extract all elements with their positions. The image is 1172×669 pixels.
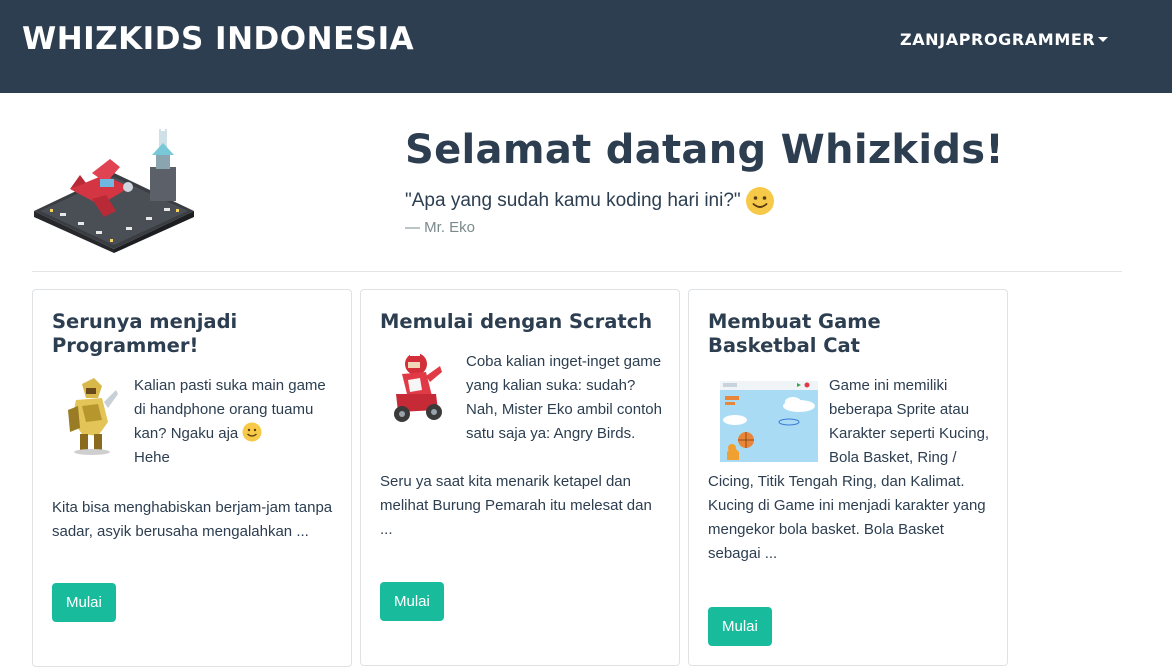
card-text-line: Kalian pasti suka main game di handphone…: [134, 377, 326, 442]
card-text: Game ini memiliki beberapa Sprite atau K…: [708, 374, 993, 566]
card-title: Serunya menjadi Programmer!: [52, 310, 238, 357]
card-text: Kalian pasti suka main game di handphone…: [52, 374, 337, 544]
pixel-red-rider-icon: [394, 352, 442, 422]
mulai-button[interactable]: Mulai: [708, 607, 772, 646]
card-excerpt: Kita bisa menghabiskan berjam-jam tanpa …: [52, 499, 333, 540]
mulai-button[interactable]: Mulai: [52, 583, 116, 622]
mulai-button[interactable]: Mulai: [380, 582, 444, 621]
card-title: Membuat Game Basketbal Cat: [708, 310, 881, 357]
user-menu-label: ZANJAPROGRAMMER: [900, 30, 1096, 49]
article-card: Membuat Game Basketbal Cat Game ini memi…: [688, 289, 1008, 666]
pixel-airport-icon: [34, 125, 194, 253]
page-title: Selamat datang Whizkids!: [405, 127, 1004, 173]
caret-down-icon: [1098, 37, 1109, 42]
article-card: Serunya menjadi Programmer! Kalian pasti…: [32, 289, 352, 667]
card-title: Memulai dengan Scratch: [380, 310, 653, 333]
quote-author: — Mr. Eko: [405, 219, 476, 236]
card-text-line: Hehe: [134, 449, 170, 466]
smiley-emoji-icon: [242, 422, 262, 442]
smiley-emoji-icon: [745, 187, 774, 215]
article-card: Memulai dengan Scratch Coba kalian inget…: [360, 289, 680, 666]
card-text-paragraph: Coba kalian inget-inget game yang kalian…: [466, 353, 662, 442]
brand-logo[interactable]: WHIZKIDS INDONESIA: [22, 21, 414, 57]
card-text: Coba kalian inget-inget game yang kalian…: [380, 350, 665, 542]
card-excerpt: Seru ya saat kita menarik ketapel dan me…: [380, 473, 652, 538]
navbar: WHIZKIDS INDONESIA ZANJAPROGRAMMER: [0, 0, 1172, 93]
pixel-knight-icon: [68, 378, 118, 455]
section-divider: [32, 271, 1122, 272]
scratch-basketball-screenshot-icon: [719, 380, 819, 464]
quote-text: "Apa yang sudah kamu koding hari ini?": [405, 190, 741, 211]
user-menu-dropdown[interactable]: ZANJAPROGRAMMER: [900, 30, 1109, 49]
hero-quote: "Apa yang sudah kamu koding hari ini?": [405, 186, 775, 216]
